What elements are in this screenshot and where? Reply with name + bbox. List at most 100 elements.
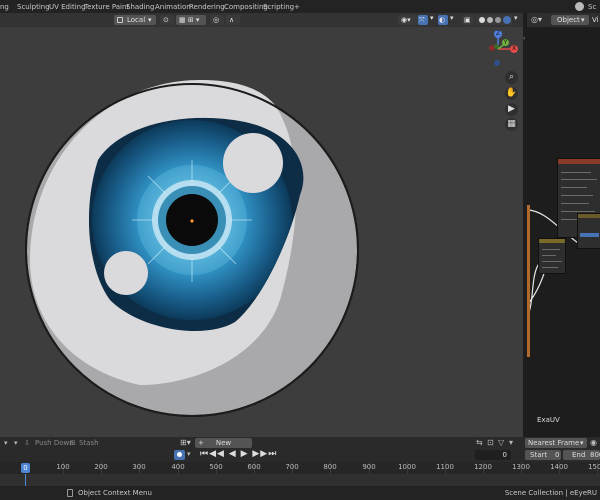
falloff-dropdown[interactable]: ∧ [226,15,240,25]
timeline-track[interactable] [0,474,600,486]
camera-icon[interactable]: ▶ [505,103,518,116]
wireframe-shading-icon[interactable] [479,17,485,23]
editor-type-icon[interactable]: ◎▾ [531,15,542,24]
chevron-down-icon: ▾ [580,439,584,447]
node-editor-canvas[interactable]: ExaUV [527,27,600,437]
ruler-tick-label: 1000 [398,463,416,471]
eye-icon: ◉▾ [401,16,411,24]
snap-mode-dropdown[interactable]: Nearest Frame ▾ [525,438,587,448]
pan-hand-icon[interactable]: ✋ [505,87,518,100]
chevron-down-icon[interactable]: ▾ [514,13,518,23]
eye-model [25,80,359,417]
tab-shading[interactable]: Shading [126,2,154,12]
filter-icon[interactable]: ⇆ [476,438,483,447]
proportional-edit-button[interactable]: ◎ [210,15,224,25]
tab-layout[interactable]: ng [0,2,9,12]
node-socket-row [561,172,591,173]
3d-viewport[interactable]: Z Y X ⌕ ✋ ▶ ▦ [0,27,523,436]
ruler-tick-label: 600 [247,463,261,471]
tab-animation[interactable]: Animation [155,2,191,12]
material-shading-icon[interactable] [495,17,501,23]
new-action-label: New [215,439,232,447]
ruler-tick-label: 800 [323,463,337,471]
tab-compositing[interactable]: Compositing [224,2,268,12]
tab-scripting[interactable]: Scripting [263,2,294,12]
scene-selector[interactable]: Sc [588,2,596,12]
object-origin [190,219,194,223]
transport-buttons[interactable]: ⏮◀◀ ◀ ▶ ▶▶⏭ [200,449,277,459]
ruler-tick-label: 1300 [512,463,530,471]
xray-toggle[interactable]: ▣ [462,15,474,25]
timeline-ruler[interactable]: 100 200 300 400 500 600 700 800 900 1000 1100 1200 1… [0,462,600,474]
node-header [558,159,600,164]
chevron-down-icon[interactable]: ▾ [187,450,191,458]
start-value: 0 [555,451,560,459]
ruler-tick-label: 400 [171,463,185,471]
end-frame-field[interactable]: End 800 [563,450,600,460]
gizmo-neg-z-axis[interactable] [494,60,500,66]
node-header [539,239,565,243]
playhead-line [25,474,26,486]
add-workspace-button[interactable]: + [294,2,300,12]
vector-node[interactable] [577,213,600,249]
tab-uv-editing[interactable]: UV Editing [49,2,86,12]
start-label: Start [530,451,548,459]
solid-shading-icon[interactable] [487,17,493,23]
playhead[interactable]: 0 [21,463,30,473]
expand-sidebar-icon[interactable]: ‹ [523,35,525,42]
editor-type-icon[interactable]: ▾ [4,439,8,447]
node-socket-row [542,261,562,262]
view-menu[interactable]: Vi [592,15,599,25]
gizmo-toggle[interactable]: ⤧ [418,15,428,25]
chevron-down-icon[interactable]: ▾ [509,438,513,447]
orientation-label: Local [127,16,146,24]
new-action-button[interactable]: + New [195,438,252,448]
node-tree-label: ExaUV [537,416,560,424]
rendered-shading-icon[interactable] [503,16,511,24]
playback-controls: ▾ ⏮◀◀ ◀ ▶ ▶▶⏭ 0 Start 0 End 800 [0,449,600,462]
chevron-down-icon[interactable]: ▾ [450,13,454,23]
workspace-bar: ng Sculpting UV Editing Texture Paint Sh… [0,0,600,13]
current-frame-field[interactable]: 0 [475,450,511,460]
chevron-down-icon[interactable]: ▾ [14,439,18,447]
push-down-button[interactable]: Push Down [35,439,74,447]
snap-icon: ▦ ⊞ ▾ [179,16,200,24]
chevron-down-icon[interactable]: ▾ [430,13,434,23]
texture-node[interactable] [538,238,566,274]
ruler-tick-label: 500 [209,463,223,471]
visibility-dropdown[interactable]: ◉▾ [398,15,418,25]
gizmo-z-axis[interactable]: Z [494,30,502,38]
start-frame-field[interactable]: Start 0 [525,450,561,460]
stash-button[interactable]: Stash [79,439,99,447]
navigation-gizmo[interactable]: Z Y X [478,27,523,77]
proportional-edit-icon[interactable]: ◉ [590,438,597,447]
pivot-dropdown[interactable]: ⊙ [160,15,174,25]
object-mode-dropdown[interactable]: Object ▾ [551,15,589,25]
scene-stats: Scene Collection | eEyeRU [504,489,597,497]
tab-rendering[interactable]: Rendering [189,2,225,12]
ruler-tick-label: 900 [362,463,376,471]
chevron-down-icon: ▾ [148,16,152,24]
highlight-small [104,251,148,295]
action-browse-icon[interactable]: ⊞▾ [180,438,191,447]
scene-icon[interactable] [575,2,584,11]
node-socket-row [561,203,589,204]
ruler-tick-label: 1200 [474,463,492,471]
overlays-toggle[interactable]: ◐ [438,15,448,25]
grid-perspective-icon[interactable]: ▦ [505,118,518,131]
filter-options-icon[interactable]: ▽ [498,438,504,447]
record-button[interactable] [174,450,185,460]
tab-sculpting[interactable]: Sculpting [17,2,50,12]
gizmo-y-axis[interactable]: Y [502,39,509,46]
shading-mode-buttons[interactable] [476,15,512,25]
node-socket-row [542,249,560,250]
transform-orientation-dropdown[interactable]: Local ▾ [114,15,156,25]
gizmo-x-axis[interactable]: X [510,45,518,53]
snap-controls[interactable]: ▦ ⊞ ▾ [176,15,206,25]
gizmo-neg-y-axis[interactable] [494,44,499,49]
snapping-icon[interactable]: ⊡ [487,438,494,447]
overlays-icon: ◐ [439,16,446,24]
tab-texture-paint[interactable]: Texture Paint [84,2,129,12]
object-mode-label: Object [557,16,580,24]
zoom-icon[interactable]: ⌕ [505,71,518,84]
